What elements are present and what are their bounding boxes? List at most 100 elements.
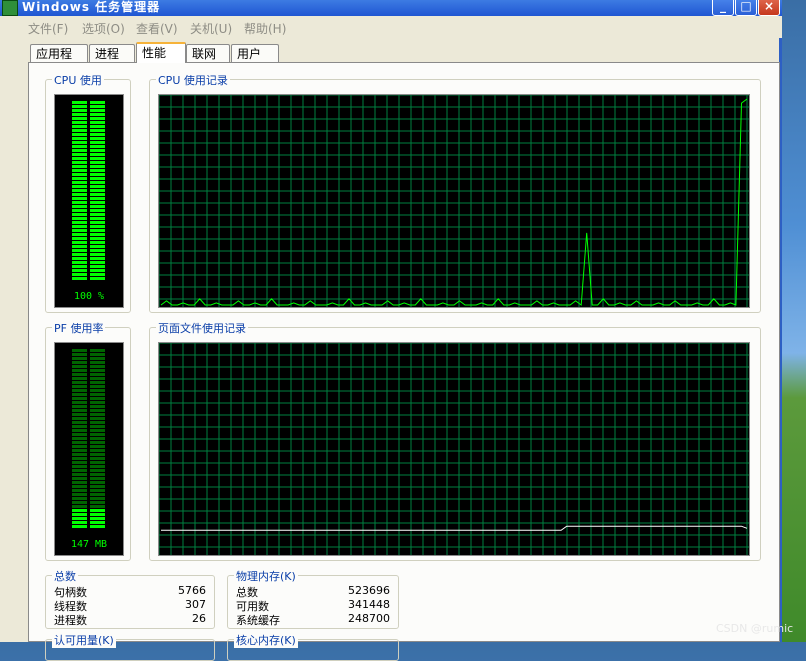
tab-users[interactable]: 用户 bbox=[231, 44, 279, 62]
meter-segment bbox=[90, 445, 105, 448]
close-button[interactable]: × bbox=[758, 0, 780, 16]
meter-segment bbox=[72, 257, 87, 260]
meter-segment bbox=[90, 405, 105, 408]
meter-segment bbox=[90, 525, 105, 528]
meter-segment bbox=[72, 461, 87, 464]
performance-panel: CPU 使用 100 % CPU 使用记录 PF 使用率 147 MB 页面文件… bbox=[28, 62, 780, 661]
meter-segment bbox=[72, 157, 87, 160]
minimize-button[interactable]: _ bbox=[712, 0, 734, 16]
meter-segment bbox=[72, 133, 87, 136]
meter-segment bbox=[72, 517, 87, 520]
meter-segment bbox=[90, 449, 105, 452]
meter-segment bbox=[72, 489, 87, 492]
pf-meter-bars bbox=[72, 349, 105, 528]
meter-segment bbox=[90, 349, 105, 352]
kernel-memory-group: 核心内存(K) bbox=[227, 632, 399, 661]
tab-applications[interactable]: 应用程序 bbox=[30, 44, 88, 79]
meter-segment bbox=[72, 485, 87, 488]
menu-view[interactable]: 查看(V) bbox=[136, 20, 178, 37]
meter-segment bbox=[90, 509, 105, 512]
meter-segment bbox=[90, 193, 105, 196]
tab-processes[interactable]: 进程 bbox=[89, 44, 135, 62]
meter-segment bbox=[90, 461, 105, 464]
meter-segment bbox=[90, 261, 105, 264]
stat-value: 248700 bbox=[348, 612, 390, 625]
maximize-button[interactable]: □ bbox=[735, 0, 757, 16]
meter-segment bbox=[72, 365, 87, 368]
meter-segment bbox=[90, 137, 105, 140]
commit-charge-group: 认可用量(K) bbox=[45, 632, 215, 661]
meter-segment bbox=[90, 501, 105, 504]
meter-segment bbox=[72, 417, 87, 420]
meter-segment bbox=[90, 521, 105, 524]
meter-segment bbox=[90, 237, 105, 240]
history-line bbox=[160, 98, 748, 306]
meter-segment bbox=[72, 169, 87, 172]
meter-segment bbox=[90, 429, 105, 432]
pf-usage-label: PF 使用率 bbox=[52, 320, 106, 336]
stat-threads: 线程数 307 bbox=[54, 598, 206, 613]
meter-segment bbox=[72, 117, 87, 120]
meter-segment bbox=[72, 353, 87, 356]
title-bar[interactable]: Windows 任务管理器 _ □ × bbox=[0, 0, 782, 16]
pf-usage-group: PF 使用率 147 MB bbox=[45, 320, 131, 561]
meter-segment bbox=[90, 217, 105, 220]
meter-segment bbox=[90, 209, 105, 212]
meter-segment bbox=[90, 465, 105, 468]
meter-segment bbox=[90, 245, 105, 248]
meter-segment bbox=[90, 229, 105, 232]
menu-options[interactable]: 选项(O) bbox=[82, 20, 125, 37]
meter-segment bbox=[90, 189, 105, 192]
meter-segment bbox=[90, 409, 105, 412]
meter-segment bbox=[90, 433, 105, 436]
task-manager-icon bbox=[2, 0, 18, 16]
meter-segment bbox=[90, 241, 105, 244]
meter-segment bbox=[72, 241, 87, 244]
meter-segment bbox=[72, 437, 87, 440]
meter-segment bbox=[90, 401, 105, 404]
meter-segment bbox=[72, 249, 87, 252]
physical-memory-group: 物理内存(K) 总数 523696 可用数 341448 系统缓存 248700 bbox=[227, 568, 399, 629]
meter-segment bbox=[72, 361, 87, 364]
menu-help[interactable]: 帮助(H) bbox=[244, 20, 286, 37]
meter-segment bbox=[72, 261, 87, 264]
stat-processes: 进程数 26 bbox=[54, 612, 206, 627]
stat-handles: 句柄数 5766 bbox=[54, 584, 206, 599]
stat-physical-available: 可用数 341448 bbox=[236, 598, 390, 613]
meter-segment bbox=[90, 201, 105, 204]
meter-segment bbox=[90, 121, 105, 124]
meter-segment bbox=[90, 365, 105, 368]
meter-segment bbox=[90, 361, 105, 364]
meter-segment bbox=[90, 165, 105, 168]
meter-segment bbox=[90, 513, 105, 516]
meter-segment bbox=[90, 497, 105, 500]
menu-file[interactable]: 文件(F) bbox=[28, 20, 68, 37]
meter-segment bbox=[90, 473, 105, 476]
meter-segment bbox=[90, 373, 105, 376]
meter-segment bbox=[72, 377, 87, 380]
stat-value: 26 bbox=[192, 612, 206, 625]
pf-usage-meter: 147 MB bbox=[54, 342, 124, 556]
cpu-usage-label: CPU 使用 bbox=[52, 72, 104, 88]
meter-segment bbox=[72, 433, 87, 436]
meter-segment bbox=[90, 437, 105, 440]
meter-segment bbox=[90, 369, 105, 372]
meter-segment bbox=[90, 457, 105, 460]
meter-segment bbox=[90, 265, 105, 268]
meter-segment bbox=[72, 413, 87, 416]
meter-segment bbox=[72, 189, 87, 192]
meter-segment bbox=[72, 445, 87, 448]
meter-segment bbox=[72, 233, 87, 236]
meter-segment bbox=[90, 177, 105, 180]
meter-segment bbox=[90, 413, 105, 416]
task-manager-window: Windows 任务管理器 _ □ × 文件(F) 选项(O) 查看(V) 关机… bbox=[0, 0, 782, 661]
meter-segment bbox=[72, 465, 87, 468]
tab-performance[interactable]: 性能 bbox=[136, 42, 186, 63]
kernel-memory-label: 核心内存(K) bbox=[234, 632, 298, 648]
stat-physical-total: 总数 523696 bbox=[236, 584, 390, 599]
watermark: CSDN @rumic bbox=[716, 622, 794, 635]
tab-networking[interactable]: 联网 bbox=[186, 44, 230, 62]
meter-segment bbox=[72, 137, 87, 140]
meter-segment bbox=[90, 481, 105, 484]
menu-shutdown[interactable]: 关机(U) bbox=[190, 20, 232, 37]
